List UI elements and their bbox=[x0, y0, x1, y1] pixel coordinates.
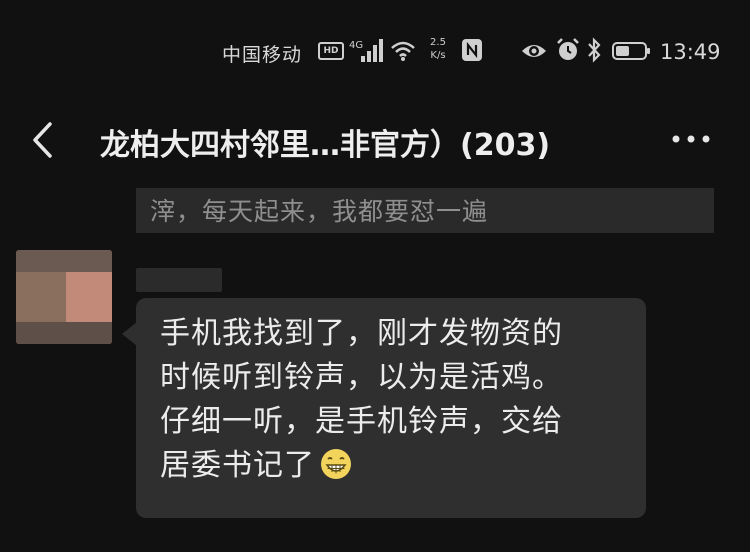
carrier-name: 中国移动 bbox=[222, 44, 303, 66]
grinning-face-emoji-icon bbox=[321, 449, 351, 479]
message-line-text: 居委书记了 bbox=[160, 448, 315, 483]
sender-name-redacted bbox=[136, 268, 222, 292]
network-speed: 2.5 K/s bbox=[424, 36, 452, 62]
message-line-last: 居委书记了 bbox=[160, 444, 640, 488]
hd-badge: HD bbox=[318, 42, 344, 60]
message-line: 仔细一听，是手机铃声，交给 bbox=[160, 404, 563, 439]
bubble-tail bbox=[122, 322, 137, 346]
svg-text:4G: 4G bbox=[349, 40, 363, 51]
bluetooth-icon bbox=[588, 37, 601, 63]
more-options-icon[interactable] bbox=[666, 124, 716, 154]
status-bar: 中国移动 HD 4G 2.5 K/s 13:49 bbox=[0, 30, 750, 78]
network-speed-value: 2.5 bbox=[430, 37, 446, 48]
previous-message-bubble[interactable]: 滓，每天起来，我都要怼一遍 bbox=[136, 188, 714, 233]
network-speed-unit: K/s bbox=[430, 50, 446, 61]
message-line: 手机我找到了，刚才发物资的 bbox=[160, 316, 563, 351]
signal-icon: 4G bbox=[349, 39, 383, 62]
sender-avatar[interactable] bbox=[16, 250, 112, 344]
wifi-icon bbox=[391, 41, 415, 61]
message-line: 时候听到铃声，以为是活鸡。 bbox=[160, 360, 563, 395]
chat-title: 龙柏大四村邻里…非官方）(203) bbox=[100, 128, 551, 163]
message-text: 手机我找到了，刚才发物资的 时候听到铃声，以为是活鸡。 仔细一听，是手机铃声，交… bbox=[160, 312, 640, 488]
previous-message-text: 滓，每天起来，我都要怼一遍 bbox=[150, 197, 489, 226]
back-icon[interactable] bbox=[28, 120, 58, 160]
clock: 13:49 bbox=[660, 40, 721, 64]
battery-icon bbox=[612, 42, 650, 60]
eye-comfort-icon bbox=[522, 45, 546, 57]
alarm-icon bbox=[557, 38, 579, 60]
nfc-icon bbox=[462, 39, 482, 61]
chat-header: 龙柏大四村邻里…非官方）(203) bbox=[0, 108, 750, 170]
